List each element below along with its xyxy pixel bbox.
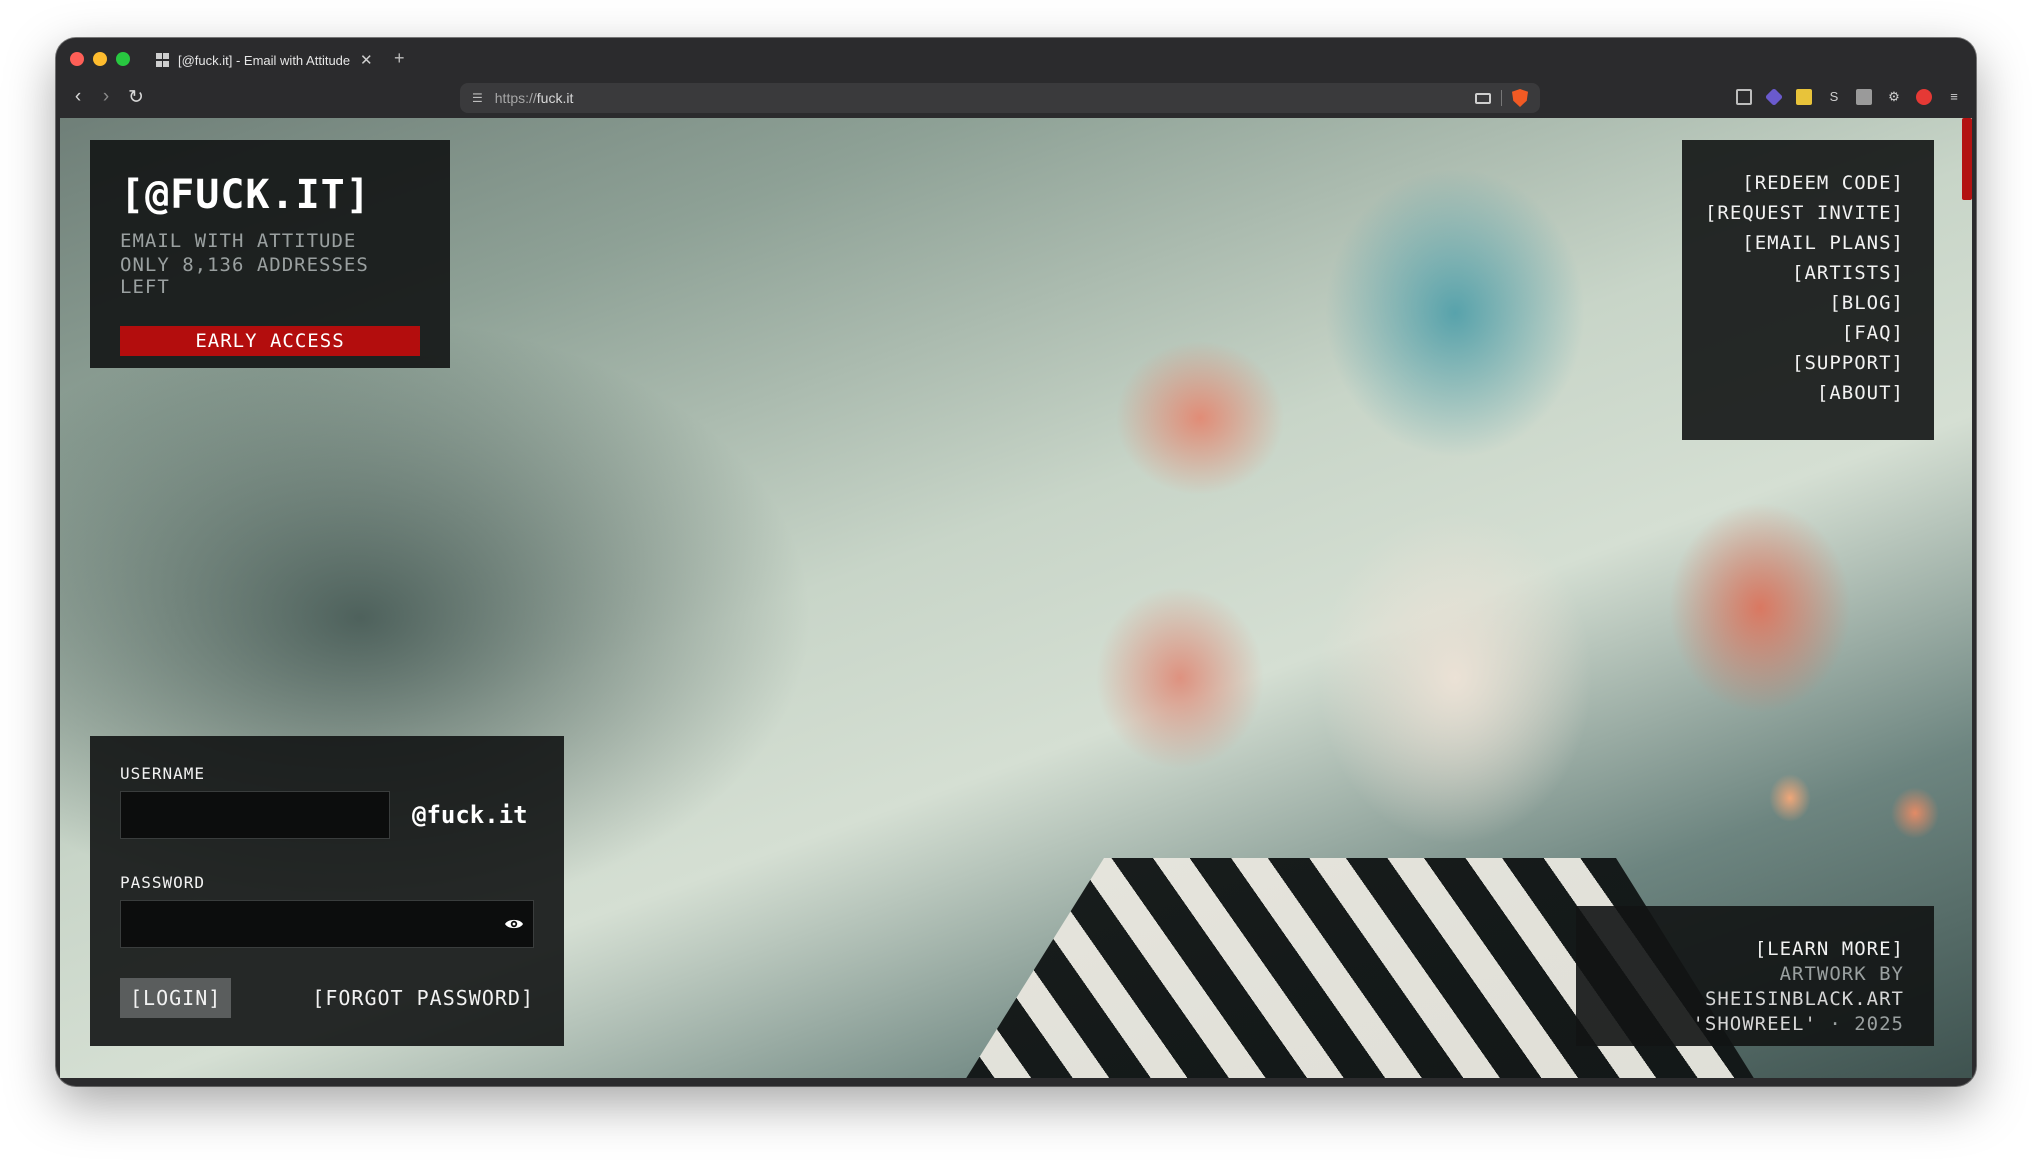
- tab-bar: [@fuck.it] - Email with Attitude ✕ +: [56, 38, 1976, 80]
- artwork-title: 'SHOWREEL': [1692, 1013, 1817, 1035]
- brand-panel: [@FUCK.IT] EMAIL WITH ATTITUDE ONLY 8,13…: [90, 140, 450, 368]
- menu-item-blog[interactable]: [BLOG]: [1682, 288, 1904, 318]
- username-row: @fuck.it: [120, 791, 534, 839]
- artist-link[interactable]: SHEISINBLACK.ART: [1705, 988, 1904, 1010]
- learn-more-link[interactable]: [LEARN MORE]: [1576, 936, 1904, 962]
- browser-toolbar: ‹ › ↻ ☰ https://fuck.it S ⚙ ≡: [56, 80, 1976, 118]
- artwork-credit: [LEARN MORE] ARTWORK BY SHEISINBLACK.ART…: [1576, 906, 1934, 1046]
- menu-item-request-invite[interactable]: [REQUEST INVITE]: [1682, 198, 1904, 228]
- menu-item-about[interactable]: [ABOUT]: [1682, 378, 1904, 408]
- zoom-window-button[interactable]: [116, 52, 130, 66]
- reader-icon[interactable]: [1736, 89, 1752, 105]
- new-tab-button[interactable]: +: [394, 48, 405, 69]
- reload-icon[interactable]: ↻: [124, 86, 148, 109]
- menu-item-redeem-code[interactable]: [REDEEM CODE]: [1682, 168, 1904, 198]
- extension-s-icon[interactable]: S: [1826, 89, 1842, 105]
- back-icon[interactable]: ‹: [66, 86, 90, 108]
- artwork-credit-line: ARTWORK BY SHEISINBLACK.ART: [1576, 962, 1904, 1012]
- login-form: USERNAME @fuck.it PASSWORD [LOGIN] [FORG…: [90, 736, 564, 1046]
- rss-icon[interactable]: [1856, 89, 1872, 105]
- addresses-remaining: ONLY 8,136 ADDRESSES LEFT: [120, 254, 369, 298]
- forward-icon[interactable]: ›: [94, 86, 118, 108]
- password-field: [120, 900, 534, 948]
- show-password-eye-icon[interactable]: [504, 914, 524, 934]
- close-window-button[interactable]: [70, 52, 84, 66]
- extension-icon[interactable]: [1796, 89, 1812, 105]
- menu-item-artists[interactable]: [ARTISTS]: [1682, 258, 1904, 288]
- password-label: PASSWORD: [120, 873, 206, 892]
- username-label: USERNAME: [120, 764, 206, 783]
- browser-window: [@fuck.it] - Email with Attitude ✕ + ‹ ›…: [56, 38, 1976, 1086]
- profile-icon[interactable]: [1916, 89, 1932, 105]
- cast-icon[interactable]: [1475, 92, 1491, 104]
- scrollbar-thumb[interactable]: [1962, 118, 1972, 200]
- domain-suffix: @fuck.it: [412, 801, 528, 829]
- artwork-year: 2025: [1854, 1013, 1904, 1035]
- url-text[interactable]: https://fuck.it: [495, 90, 1475, 106]
- favicon-icon: [156, 53, 170, 67]
- login-button[interactable]: [LOGIN]: [120, 978, 232, 1018]
- credit-separator: ·: [1829, 1013, 1842, 1035]
- password-input[interactable]: [120, 900, 534, 948]
- menu-item-faq[interactable]: [FAQ]: [1682, 318, 1904, 348]
- browser-tab[interactable]: [@fuck.it] - Email with Attitude ✕: [146, 43, 386, 77]
- site-logo[interactable]: [@FUCK.IT]: [120, 172, 420, 218]
- tab-title: [@fuck.it] - Email with Attitude: [178, 52, 350, 68]
- username-input[interactable]: [120, 791, 390, 839]
- artwork-title-line: 'SHOWREEL' · 2025: [1576, 1012, 1904, 1037]
- artwork-by-label: ARTWORK BY: [1779, 963, 1904, 985]
- page-viewport: [@FUCK.IT] EMAIL WITH ATTITUDE ONLY 8,13…: [60, 118, 1972, 1078]
- tab-close-icon[interactable]: ✕: [360, 51, 373, 69]
- brave-shield-icon[interactable]: [1512, 89, 1528, 107]
- menu-item-email-plans[interactable]: [EMAIL PLANS]: [1682, 228, 1904, 258]
- tagline: EMAIL WITH ATTITUDE: [120, 230, 357, 252]
- extension-icons: S ⚙ ≡: [1736, 87, 1962, 107]
- minimize-window-button[interactable]: [93, 52, 107, 66]
- extension-icon[interactable]: [1764, 87, 1784, 107]
- forgot-password-link[interactable]: [FORGOT PASSWORD]: [312, 986, 534, 1010]
- address-bar[interactable]: ☰ https://fuck.it: [460, 83, 1540, 113]
- extensions-icon[interactable]: ⚙: [1886, 89, 1902, 105]
- site-settings-icon[interactable]: ☰: [472, 91, 483, 105]
- url-divider: [1501, 90, 1502, 106]
- login-actions: [LOGIN] [FORGOT PASSWORD]: [120, 978, 534, 1018]
- menu-icon[interactable]: ≡: [1946, 89, 1962, 105]
- menu-item-support[interactable]: [SUPPORT]: [1682, 348, 1904, 378]
- main-menu: [REDEEM CODE] [REQUEST INVITE] [EMAIL PL…: [1682, 140, 1934, 440]
- early-access-button[interactable]: EARLY ACCESS: [120, 326, 420, 356]
